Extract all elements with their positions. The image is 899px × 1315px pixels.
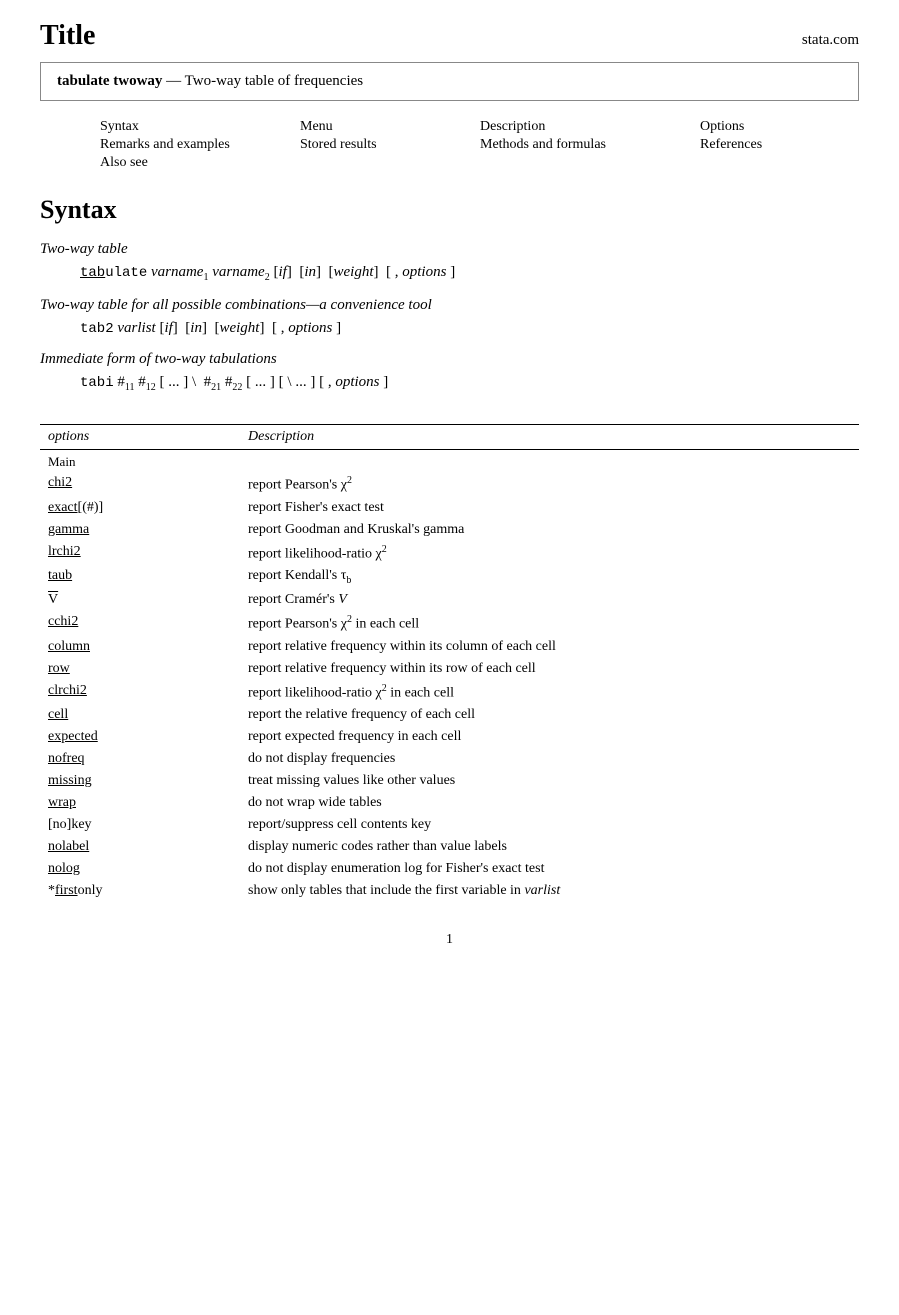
option-wrap: wrap bbox=[40, 792, 240, 814]
tabi-args: #11 #12 [ ... ] \ #21 #22 [ ... ] [ \ ..… bbox=[117, 374, 388, 390]
table-row: [no]key report/suppress cell contents ke… bbox=[40, 814, 859, 836]
table-row: expected report expected frequency in ea… bbox=[40, 726, 859, 748]
table-row: *firstonly show only tables that include… bbox=[40, 880, 859, 902]
option-gamma: gamma bbox=[40, 519, 240, 541]
nav-references[interactable]: References bbox=[700, 137, 860, 153]
desc-firstonly: show only tables that include the first … bbox=[240, 880, 859, 902]
option-nokey: [no]key bbox=[40, 814, 240, 836]
cmd-tabulate-rest: ulate bbox=[105, 265, 147, 281]
options-table: options Description Main chi2 report Pea… bbox=[40, 424, 859, 902]
section-syntax-title: Syntax bbox=[40, 195, 859, 225]
option-chi2: chi2 bbox=[40, 472, 240, 497]
option-column: column bbox=[40, 636, 240, 658]
col-options-header: options bbox=[40, 425, 240, 450]
nav-description[interactable]: Description bbox=[480, 119, 700, 135]
desc-cell: report the relative frequency of each ce… bbox=[240, 704, 859, 726]
desc-clrchi2: report likelihood-ratio χ2 in each cell bbox=[240, 680, 859, 705]
desc-wrap: do not wrap wide tables bbox=[240, 792, 859, 814]
subsection-label-2: Two-way table for all possible combinati… bbox=[40, 297, 859, 314]
varname1: varname bbox=[151, 264, 204, 280]
desc-expected: report expected frequency in each cell bbox=[240, 726, 859, 748]
nav-stored-results[interactable]: Stored results bbox=[300, 137, 480, 153]
option-lrchi2: lrchi2 bbox=[40, 541, 240, 566]
table-row: clrchi2 report likelihood-ratio χ2 in ea… bbox=[40, 680, 859, 705]
syntax-line-tabi: tabi #11 #12 [ ... ] \ #21 #22 [ ... ] [… bbox=[80, 374, 859, 393]
syntax-line-tab2: tab2 varlist [if] [in] [weight] [ , opti… bbox=[80, 320, 859, 337]
table-row: nolabel display numeric codes rather tha… bbox=[40, 836, 859, 858]
col-description-header: Description bbox=[240, 425, 859, 450]
syntax-line-tabulate: tabulate varname1 varname2 [if] [in] [we… bbox=[80, 264, 859, 283]
option-nolabel: nolabel bbox=[40, 836, 240, 858]
page-footer: 1 bbox=[40, 932, 859, 948]
title-command: tabulate twoway bbox=[57, 73, 162, 89]
desc-nofreq: do not display frequencies bbox=[240, 748, 859, 770]
table-row: lrchi2 report likelihood-ratio χ2 bbox=[40, 541, 859, 566]
table-row: cell report the relative frequency of ea… bbox=[40, 704, 859, 726]
desc-V: report Cramér's V bbox=[240, 589, 859, 611]
table-row: missing treat missing values like other … bbox=[40, 770, 859, 792]
option-cchi2: cchi2 bbox=[40, 611, 240, 636]
table-row: chi2 report Pearson's χ2 bbox=[40, 472, 859, 497]
desc-gamma: report Goodman and Kruskal's gamma bbox=[240, 519, 859, 541]
syntax-tabulate-rest: [if] [in] [weight] [ , options ] bbox=[273, 264, 455, 280]
tab2-rest: [if] [in] [weight] [ , options ] bbox=[159, 320, 341, 336]
desc-missing: treat missing values like other values bbox=[240, 770, 859, 792]
option-nofreq: nofreq bbox=[40, 748, 240, 770]
option-expected: expected bbox=[40, 726, 240, 748]
option-missing: missing bbox=[40, 770, 240, 792]
subsection-label-1: Two-way table bbox=[40, 241, 859, 258]
desc-nolabel: display numeric codes rather than value … bbox=[240, 836, 859, 858]
option-row: row bbox=[40, 658, 240, 680]
desc-column: report relative frequency within its col… bbox=[240, 636, 859, 658]
nav-also-see[interactable]: Also see bbox=[100, 155, 300, 171]
nav-menu[interactable]: Menu bbox=[300, 119, 480, 135]
option-V: V bbox=[40, 589, 240, 611]
table-row: column report relative frequency within … bbox=[40, 636, 859, 658]
title-box: tabulate twoway — Two-way table of frequ… bbox=[40, 62, 859, 101]
desc-taub: report Kendall's τb bbox=[240, 565, 859, 589]
page-title: Title bbox=[40, 20, 95, 52]
options-table-header: options Description bbox=[40, 425, 859, 450]
option-exact: exact[(#)] bbox=[40, 497, 240, 519]
nav-remarks[interactable]: Remarks and examples bbox=[100, 137, 300, 153]
table-row: gamma report Goodman and Kruskal's gamma bbox=[40, 519, 859, 541]
cmd-tabi: tabi bbox=[80, 375, 114, 391]
varname2: varname bbox=[212, 264, 265, 280]
desc-lrchi2: report likelihood-ratio χ2 bbox=[240, 541, 859, 566]
title-separator: — bbox=[166, 73, 181, 89]
desc-nokey: report/suppress cell contents key bbox=[240, 814, 859, 836]
subsection-label-3: Immediate form of two-way tabulations bbox=[40, 351, 859, 368]
nav-syntax[interactable]: Syntax bbox=[100, 119, 300, 135]
desc-nolog: do not display enumeration log for Fishe… bbox=[240, 858, 859, 880]
table-row: nofreq do not display frequencies bbox=[40, 748, 859, 770]
page-number: 1 bbox=[446, 932, 453, 947]
table-row: row report relative frequency within its… bbox=[40, 658, 859, 680]
title-description: Two-way table of frequencies bbox=[185, 73, 363, 89]
desc-cchi2: report Pearson's χ2 in each cell bbox=[240, 611, 859, 636]
nav-methods[interactable]: Methods and formulas bbox=[480, 137, 700, 153]
stata-logo: stata.com bbox=[802, 32, 859, 49]
page-header: Title stata.com bbox=[40, 20, 859, 52]
option-nolog: nolog bbox=[40, 858, 240, 880]
table-row: cchi2 report Pearson's χ2 in each cell bbox=[40, 611, 859, 636]
cmd-tab2: tab2 bbox=[80, 321, 114, 337]
nav-options[interactable]: Options bbox=[700, 119, 860, 135]
table-row: nolog do not display enumeration log for… bbox=[40, 858, 859, 880]
section-main-label: Main bbox=[40, 450, 240, 473]
table-row: V report Cramér's V bbox=[40, 589, 859, 611]
cmd-tabulate: tab bbox=[80, 265, 105, 281]
nav-links: Syntax Menu Description Options Remarks … bbox=[100, 119, 799, 171]
desc-row: report relative frequency within its row… bbox=[240, 658, 859, 680]
desc-chi2: report Pearson's χ2 bbox=[240, 472, 859, 497]
option-taub: taub bbox=[40, 565, 240, 589]
desc-exact: report Fisher's exact test bbox=[240, 497, 859, 519]
option-clrchi2: clrchi2 bbox=[40, 680, 240, 705]
section-main-row: Main bbox=[40, 450, 859, 473]
table-row: exact[(#)] report Fisher's exact test bbox=[40, 497, 859, 519]
option-cell: cell bbox=[40, 704, 240, 726]
table-row: taub report Kendall's τb bbox=[40, 565, 859, 589]
tab2-varlist: varlist bbox=[117, 320, 155, 336]
option-firstonly: *firstonly bbox=[40, 880, 240, 902]
table-row: wrap do not wrap wide tables bbox=[40, 792, 859, 814]
